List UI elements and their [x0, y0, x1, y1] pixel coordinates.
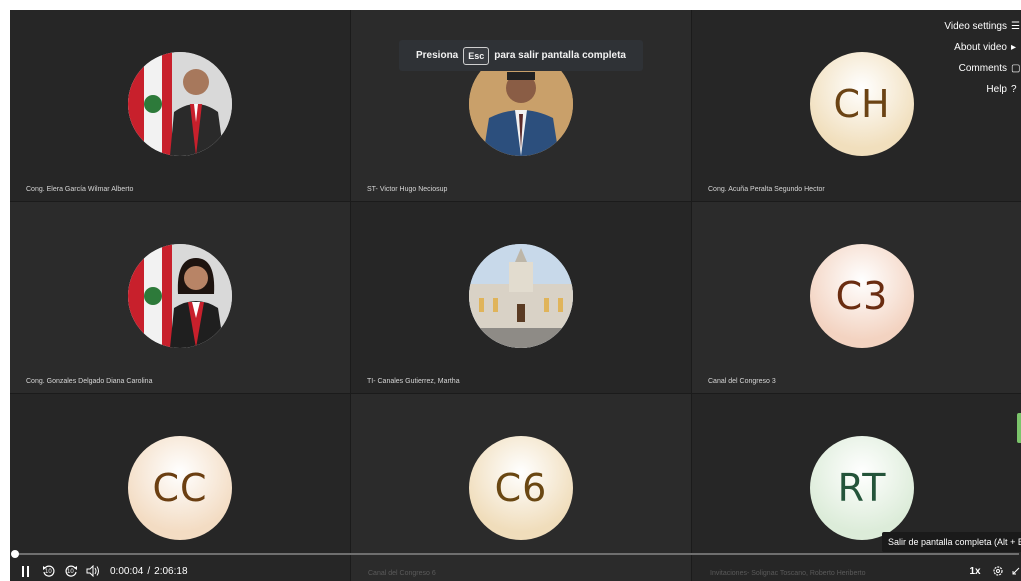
participant-avatar — [469, 244, 573, 348]
volume-button[interactable] — [86, 563, 100, 579]
participant-avatar: C3 — [810, 244, 914, 348]
player-menu: Video settings ☰ About video ▸ Comments … — [911, 16, 1021, 100]
participant-name: Cong. Elera García Wilmar Alberto — [26, 186, 134, 193]
participant-initials: C6 — [494, 466, 548, 510]
participant-tile: ST- Victor Hugo Neciosup — [351, 10, 691, 201]
participant-name: Canal del Congreso 3 — [708, 378, 776, 385]
participant-avatar: CC — [128, 436, 232, 540]
pause-icon — [22, 565, 29, 577]
participant-tile: TI- Canales Gutierrez, Martha — [351, 202, 691, 393]
skip-back-seconds: 10 — [45, 569, 52, 575]
help-icon: ? — [1011, 83, 1017, 95]
player-controls: 10 10 0:00:04 / 2:06:18 1x — [10, 561, 1021, 581]
seek-thumb[interactable] — [10, 550, 19, 558]
gear-icon — [993, 566, 1003, 576]
exit-fullscreen-tooltip: Salir de pantalla completa (Alt + Enter) — [882, 532, 1021, 552]
fullscreen-exit-toast: Presiona Esc para salir pantalla complet… — [399, 40, 643, 71]
esc-key-badge: Esc — [463, 46, 490, 65]
skip-forward-button[interactable]: 10 — [64, 563, 78, 579]
participant-name: Cong. Acuña Peralta Segundo Hector — [708, 186, 825, 193]
participant-name: Cong. Gonzales Delgado Diana Carolina — [26, 378, 153, 385]
menu-video-settings[interactable]: Video settings ☰ — [911, 16, 1021, 37]
participant-initials: CC — [152, 466, 208, 510]
side-panel-tab[interactable] — [1017, 413, 1021, 443]
comment-icon: ▢ — [1011, 62, 1021, 74]
menu-help[interactable]: Help ? — [911, 79, 1021, 100]
time-separator: / — [147, 565, 151, 577]
collapse-icon — [1012, 567, 1020, 575]
volume-icon — [86, 565, 99, 577]
participant-initials: CH — [833, 82, 891, 126]
toast-text-after: para salir pantalla completa — [494, 50, 626, 61]
participant-tile: Cong. Gonzales Delgado Diana Carolina — [10, 202, 350, 393]
congress-building-photo-icon — [469, 244, 573, 348]
participant-initials: RT — [837, 466, 887, 510]
menu-label: Video settings — [944, 21, 1007, 32]
menu-label: About video — [954, 42, 1007, 53]
current-time: 0:00:04 — [110, 565, 144, 577]
participant-name: TI- Canales Gutierrez, Martha — [367, 378, 460, 385]
skip-back-button[interactable]: 10 — [42, 563, 56, 579]
menu-about-video[interactable]: About video ▸ — [911, 37, 1021, 58]
participant-avatar: CH — [810, 52, 914, 156]
skip-forward-seconds: 10 — [67, 569, 74, 575]
seek-bar[interactable] — [14, 553, 1019, 555]
participant-avatar — [128, 244, 232, 348]
participant-name: ST- Victor Hugo Neciosup — [367, 186, 448, 193]
participant-tile: Cong. Elera García Wilmar Alberto — [10, 10, 350, 201]
exit-fullscreen-button[interactable] — [1011, 563, 1021, 579]
participant-grid: Cong. Elera García Wilmar Alberto ST- Vi… — [10, 10, 1021, 581]
pause-button[interactable] — [20, 563, 32, 579]
participant-tile: C3 Canal del Congreso 3 — [692, 202, 1021, 393]
playback-speed-button[interactable]: 1x — [965, 563, 985, 579]
duration: 2:06:18 — [154, 565, 188, 577]
menu-comments[interactable]: Comments ▢ — [911, 58, 1021, 79]
participant-avatar: C6 — [469, 436, 573, 540]
menu-label: Help — [986, 84, 1007, 95]
congresswoman-photo-icon — [128, 244, 232, 348]
participant-initials: C3 — [835, 274, 889, 318]
video-player[interactable]: Cong. Elera García Wilmar Alberto ST- Vi… — [10, 10, 1021, 581]
toast-text-before: Presiona — [416, 50, 459, 61]
video-settings-icon: ☰ — [1011, 20, 1020, 32]
play-box-icon: ▸ — [1011, 41, 1017, 53]
settings-button[interactable] — [991, 563, 1005, 579]
menu-label: Comments — [958, 63, 1007, 74]
congressman-photo-icon — [128, 52, 232, 156]
participant-avatar — [128, 52, 232, 156]
participant-avatar: RT — [810, 436, 914, 540]
